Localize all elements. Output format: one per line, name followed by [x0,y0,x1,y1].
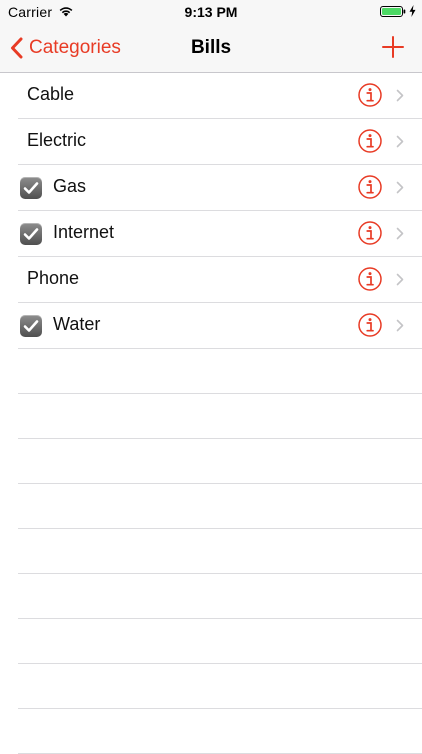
info-icon[interactable] [358,221,382,245]
empty-row [18,349,422,394]
battery-icon [380,6,406,17]
bill-row[interactable]: Internet [18,211,422,257]
bill-row[interactable]: Electric [18,119,422,165]
bill-row-label: Internet [53,222,115,242]
empty-row [18,619,422,664]
empty-row [18,529,422,574]
bill-row-label: Cable [27,84,75,104]
info-icon[interactable] [358,313,382,337]
info-icon[interactable] [358,83,382,107]
checkmark-icon [23,320,39,332]
chevron-right-icon [396,227,404,240]
chevron-right-icon [396,135,404,148]
checkmark-icon [23,228,39,240]
bill-list: Cable Electric Gas Internet Phone Water [0,73,422,754]
bill-row[interactable]: Phone [18,257,422,303]
bill-row[interactable]: Water [18,303,422,349]
bill-row-label: Phone [27,268,80,288]
empty-row [18,439,422,484]
checkbox-checked[interactable] [20,315,42,337]
empty-row [18,709,422,754]
bill-row-label: Gas [53,176,87,196]
chevron-right-icon [396,319,404,332]
clock: 9:13 PM [184,4,238,20]
info-icon[interactable] [358,129,382,153]
info-icon[interactable] [358,175,382,199]
empty-row [18,664,422,709]
chevron-right-icon [396,181,404,194]
empty-row [18,394,422,439]
empty-row [18,484,422,529]
page-title: Bills [190,37,232,58]
checkmark-icon [23,182,39,194]
info-icon[interactable] [358,267,382,291]
chevron-right-icon [396,273,404,286]
bill-row-label: Electric [27,130,87,150]
chevron-right-icon [396,89,404,102]
plus-icon[interactable] [382,36,404,58]
charging-icon [409,5,416,17]
empty-row [18,574,422,619]
navigation-bar: Categories Bills [0,24,422,73]
status-bar: Carrier 9:13 PM [0,0,422,24]
bill-row-label: Water [53,314,101,334]
bill-row[interactable]: Cable [18,73,422,119]
bill-row[interactable]: Gas [18,165,422,211]
checkbox-checked[interactable] [20,177,42,199]
checkbox-checked[interactable] [20,223,42,245]
